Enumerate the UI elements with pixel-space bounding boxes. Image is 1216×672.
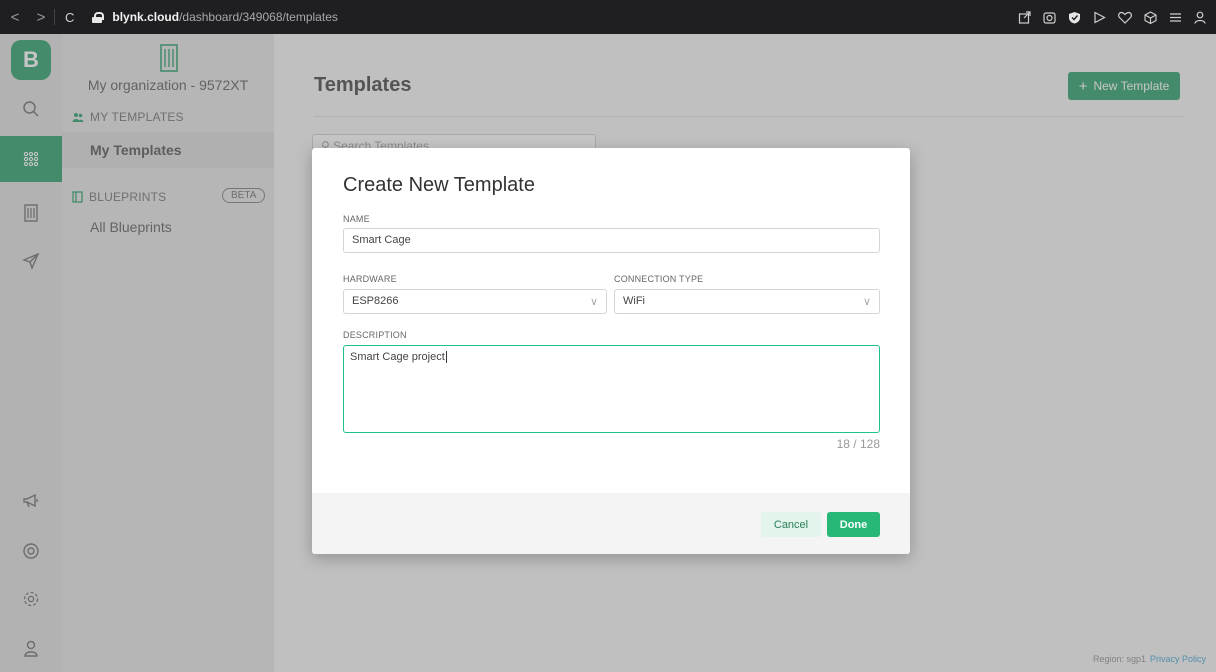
description-label: DESCRIPTION — [343, 330, 407, 340]
browser-extensions — [1018, 0, 1206, 34]
text-cursor — [445, 351, 447, 363]
name-value: Smart Cage — [352, 234, 411, 246]
chevron-down-icon: ∨ — [862, 296, 871, 308]
address-bar[interactable]: blynk.cloud/dashboard/349068/templates — [112, 10, 337, 24]
dialog-title: Create New Template — [343, 174, 535, 196]
share-icon[interactable] — [1018, 10, 1031, 24]
name-field[interactable]: Smart Cage — [343, 228, 880, 253]
heart-icon[interactable] — [1118, 11, 1132, 24]
name-label: NAME — [343, 214, 370, 224]
lock-icon — [92, 11, 105, 23]
chevron-down-icon: ∨ — [589, 296, 598, 308]
hardware-value: ESP8266 — [352, 295, 399, 307]
hardware-select[interactable]: ESP8266 ∨ — [343, 289, 607, 314]
shield-icon[interactable] — [1068, 11, 1081, 24]
forward-icon[interactable]: > — [34, 9, 48, 26]
cube-icon[interactable] — [1144, 10, 1157, 24]
character-counter: 18 / 128 — [836, 437, 880, 451]
done-button[interactable]: Done — [827, 512, 880, 537]
menu-icon[interactable] — [1169, 11, 1182, 24]
reload-icon[interactable]: C — [65, 10, 74, 25]
browser-nav: < > — [0, 9, 48, 26]
back-icon[interactable]: < — [8, 9, 22, 26]
hardware-label: HARDWARE — [343, 274, 397, 284]
profile-icon[interactable] — [1194, 11, 1206, 24]
connection-type-select[interactable]: WiFi ∨ — [614, 289, 880, 314]
browser-toolbar: < > C blynk.cloud/dashboard/349068/templ… — [0, 0, 1216, 34]
play-icon[interactable] — [1093, 11, 1106, 24]
toolbar-divider — [54, 9, 55, 25]
url-path: /dashboard/349068/templates — [179, 10, 338, 24]
create-template-dialog: Create New Template NAME Smart Cage HARD… — [312, 148, 910, 554]
url-host: blynk.cloud — [112, 10, 180, 24]
cancel-button[interactable]: Cancel — [761, 512, 821, 537]
connection-type-label: CONNECTION TYPE — [614, 274, 704, 284]
description-textarea[interactable]: Smart Cage project — [343, 345, 880, 433]
camera-icon[interactable] — [1043, 11, 1056, 24]
description-value: Smart Cage project — [350, 351, 445, 363]
connection-type-value: WiFi — [623, 295, 645, 307]
